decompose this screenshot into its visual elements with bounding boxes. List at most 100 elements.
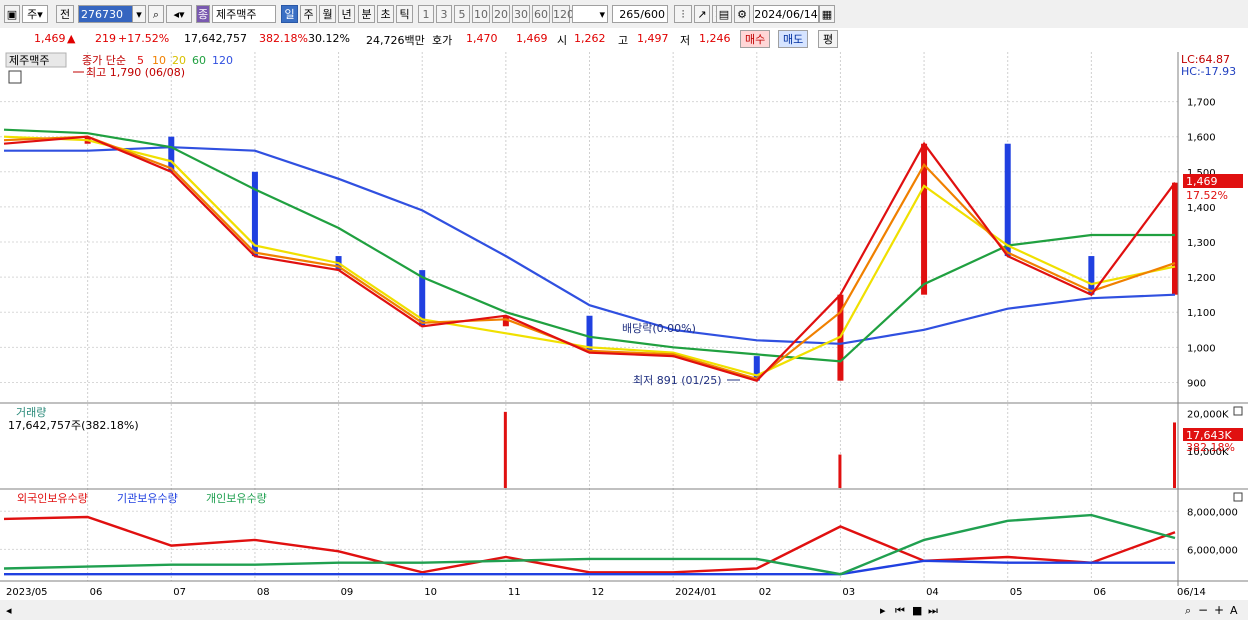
- panel-settings-icon[interactable]: [8, 70, 22, 84]
- count-total: /600: [640, 8, 665, 21]
- zoom-search-icon[interactable]: ⌕: [1185, 604, 1191, 617]
- interval-20[interactable]: 20: [492, 5, 510, 23]
- open-label: 시: [557, 34, 568, 47]
- zoom-in-icon[interactable]: +: [1214, 603, 1224, 617]
- low-price: 1,246: [699, 32, 731, 45]
- period-minute[interactable]: 분: [358, 5, 375, 23]
- candle-body: [1172, 182, 1178, 295]
- period-tick[interactable]: 틱: [396, 5, 413, 23]
- x-tick-label: 08: [257, 587, 270, 598]
- scroll-right-icon[interactable]: ▸: [880, 604, 886, 617]
- code-dropdown-icon[interactable]: ▾: [132, 5, 146, 23]
- price-tag: 1,469: [1186, 175, 1218, 188]
- interval-1[interactable]: 1: [418, 5, 434, 23]
- dividend-marker: 배당락(0.00%): [622, 322, 696, 335]
- foreign-holding-label[interactable]: 외국인보유수량: [17, 492, 88, 505]
- window-menu-icon[interactable]: ▣: [4, 5, 20, 23]
- last-page-icon[interactable]: ⏭: [928, 604, 938, 617]
- institution-holding-label[interactable]: 기관보유수량: [117, 492, 178, 505]
- period-week[interactable]: 주: [300, 5, 317, 23]
- holding-tick-label: 8,000,000: [1187, 507, 1238, 518]
- candle-body: [1004, 143, 1011, 257]
- back-icon[interactable]: ◂▾: [166, 5, 192, 23]
- evaluation-button[interactable]: 평: [818, 30, 839, 48]
- custom-interval-select[interactable]: ▾: [572, 5, 608, 23]
- price-tick-label: 900: [1187, 378, 1206, 389]
- turnover-rate: 30.12%: [308, 32, 350, 45]
- bid-price: 1,469: [516, 32, 548, 45]
- period-second[interactable]: 초: [377, 5, 394, 23]
- price-tick-label: 1,400: [1187, 203, 1216, 214]
- stop-icon[interactable]: ■: [912, 604, 922, 617]
- x-tick-label: 10: [424, 587, 437, 598]
- count-value: 265: [619, 8, 641, 21]
- stock-name: 제주맥주: [212, 5, 276, 23]
- date-field[interactable]: 2024/06/14: [753, 5, 819, 23]
- period-day[interactable]: 일: [281, 5, 298, 23]
- drawing-icon[interactable]: ↗: [694, 5, 710, 23]
- scroll-bar[interactable]: [0, 600, 1248, 620]
- x-tick-label: 06: [90, 587, 103, 598]
- interval-60[interactable]: 60: [532, 5, 550, 23]
- low-label: 저: [680, 34, 691, 47]
- save-icon[interactable]: ▤: [716, 5, 732, 23]
- interval-10[interactable]: 10: [472, 5, 490, 23]
- price-panel-title[interactable]: 제주맥주: [9, 54, 49, 67]
- period-month[interactable]: 월: [319, 5, 336, 23]
- x-tick-label: 07: [173, 587, 186, 598]
- x-tick-label: 06: [1093, 587, 1106, 598]
- period-year[interactable]: 년: [338, 5, 355, 23]
- font-size-icon[interactable]: A: [1230, 604, 1238, 617]
- interval-30[interactable]: 30: [512, 5, 530, 23]
- volume-tag-pct: 382.18%: [1186, 441, 1235, 454]
- calendar-icon[interactable]: ▦: [819, 5, 835, 23]
- ask-label: 호가: [432, 34, 453, 47]
- first-page-icon[interactable]: ⏮: [895, 604, 905, 617]
- volume-bar: [1173, 422, 1176, 488]
- interval-3[interactable]: 3: [436, 5, 452, 23]
- price-tick-label: 1,000: [1187, 343, 1216, 354]
- holding-close-icon[interactable]: [1233, 492, 1243, 502]
- x-tick-label: 11: [508, 587, 521, 598]
- market-select[interactable]: 주▾: [22, 5, 48, 23]
- sell-button[interactable]: 매도: [778, 30, 809, 48]
- interval-5[interactable]: 5: [454, 5, 470, 23]
- x-tick-label: 09: [341, 587, 354, 598]
- scroll-left-icon[interactable]: ◂: [6, 604, 12, 617]
- x-tick-label: 2023/05: [6, 587, 48, 598]
- individual-holding-label[interactable]: 개인보유수량: [206, 492, 267, 505]
- volume-value: 17,642,757: [184, 32, 247, 45]
- market-select-label: 주: [27, 8, 38, 21]
- trade-amount: 24,726백만: [366, 34, 425, 47]
- high-price: 1,497: [637, 32, 669, 45]
- price-tick-label: 1,100: [1187, 308, 1216, 319]
- settings-gear-icon[interactable]: ⚙: [734, 5, 750, 23]
- search-icon[interactable]: ⌕: [148, 5, 164, 23]
- quote-bar: 1,469 ▲ 219 +17.52% 17,642,757 382.18% 3…: [0, 28, 1248, 51]
- price-tick-label: 1,300: [1187, 238, 1216, 249]
- volume-close-icon[interactable]: [1233, 406, 1243, 416]
- x-tick-label: 2024/01: [675, 587, 717, 598]
- x-tick-label: 05: [1010, 587, 1023, 598]
- stock-chart[interactable]: 2023/05 06 07 08 09 10 11 12 2024/01 02 03 04 05 06 06…: [0, 50, 1248, 621]
- candle-type-icon[interactable]: ⫶: [674, 5, 692, 23]
- prev-button[interactable]: 전: [56, 5, 74, 23]
- low-marker-label: 최저 891 (01/25): [633, 374, 722, 387]
- ma-60-label[interactable]: 60: [192, 54, 206, 67]
- ma-120-label[interactable]: 120: [212, 54, 233, 67]
- chart-toolbar: ▣ 주▾ 전 276730 ▾ ⌕ ◂▾ 종 제주맥주 일 주 월 년 분 초 …: [0, 0, 1248, 29]
- high-label: 고: [618, 34, 629, 47]
- volume-ratio: 382.18%: [259, 32, 308, 45]
- x-tick-label: 04: [926, 587, 939, 598]
- volume-panel-title[interactable]: 거래량: [16, 406, 46, 419]
- volume-tick-label: 20,000K: [1187, 410, 1229, 421]
- interval-120[interactable]: 120: [552, 5, 574, 23]
- count-field[interactable]: 265/600: [612, 5, 668, 23]
- open-price: 1,262: [574, 32, 606, 45]
- stock-type-badge: 종: [196, 5, 210, 23]
- x-tick-label: 02: [759, 587, 772, 598]
- buy-button[interactable]: 매수: [740, 30, 771, 48]
- pct-tag: 17.52%: [1186, 189, 1228, 202]
- zoom-out-icon[interactable]: −: [1198, 603, 1208, 617]
- change-arrow-icon: ▲: [67, 32, 76, 45]
